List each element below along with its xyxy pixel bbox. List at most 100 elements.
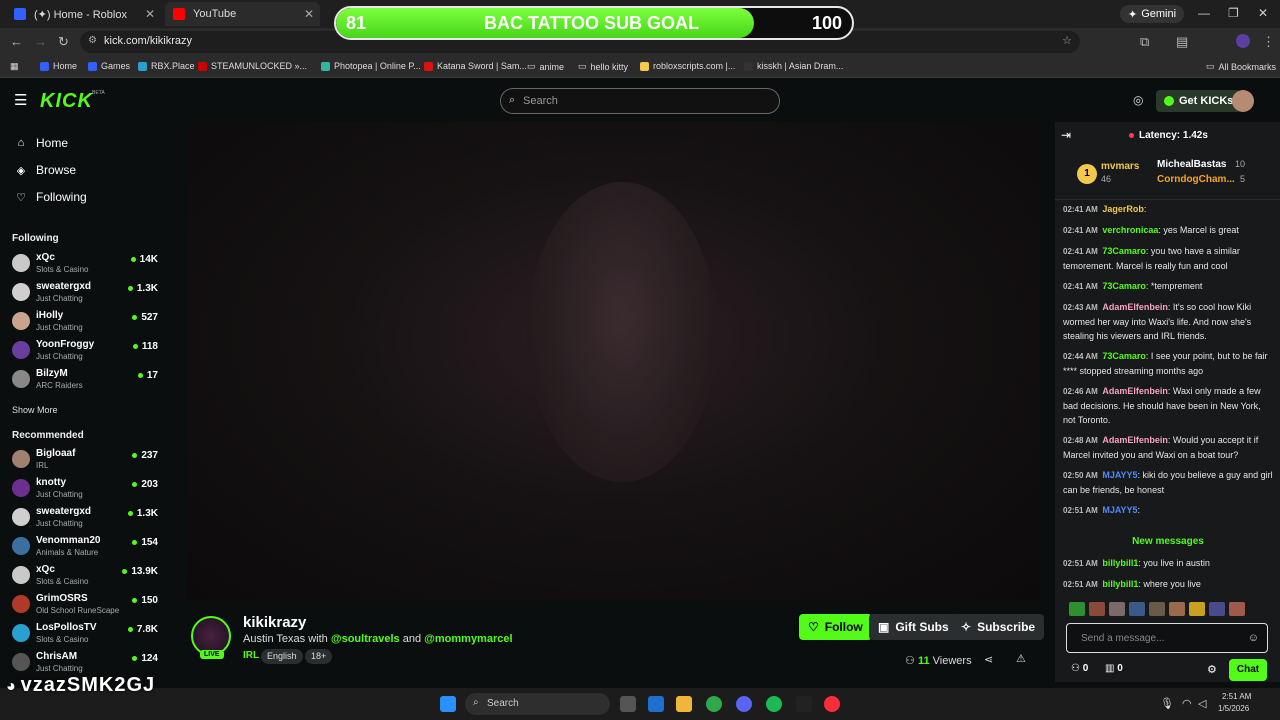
recommended-channel[interactable]: LosPollosTV Slots & Casino 7.8K xyxy=(12,622,162,650)
channel-name[interactable]: kikikrazy xyxy=(243,614,306,631)
subscribe-button[interactable]: ✧ Subscribe xyxy=(952,614,1045,640)
message-user[interactable]: MJAYY5 xyxy=(1102,470,1137,480)
bookmark-item[interactable]: Katana Sword | Sam... xyxy=(424,61,527,71)
recommended-channel[interactable]: GrimOSRS Old School RuneScape 150 xyxy=(12,593,162,621)
message-user[interactable]: JagerRob xyxy=(1102,204,1144,214)
recommended-channel[interactable]: Venomman20 Animals & Nature 154 xyxy=(12,535,162,563)
sidebar-item-following[interactable]: ♡ Following xyxy=(14,190,87,204)
following-channel[interactable]: YoonFroggy Just Chatting 118 xyxy=(12,339,162,367)
video-player[interactable] xyxy=(187,122,1040,600)
hamburger-menu-icon[interactable]: ☰ xyxy=(14,91,27,109)
gift-subs-button[interactable]: ▣ Gift Subs xyxy=(869,614,958,640)
bookmark-item[interactable]: Home xyxy=(40,61,77,71)
leader-name[interactable]: CorndogCham... xyxy=(1157,174,1235,185)
message-user[interactable]: AdamElfenbein xyxy=(1102,435,1168,445)
notifications-icon[interactable]: ◎ xyxy=(1133,93,1143,107)
report-icon[interactable]: ⚠ xyxy=(1016,652,1026,665)
message-user[interactable]: 73Camaro xyxy=(1102,351,1146,361)
windows-start-icon[interactable] xyxy=(440,696,456,712)
star-icon[interactable]: ☆ xyxy=(1062,34,1072,47)
recommended-channel[interactable]: knotty Just Chatting 203 xyxy=(12,477,162,505)
get-kicks-button[interactable]: Get KICKs xyxy=(1156,90,1242,112)
leader-name[interactable]: mvmars xyxy=(1101,161,1139,172)
recommended-channel[interactable]: xQc Slots & Casino 13.9K xyxy=(12,564,162,592)
following-channel[interactable]: xQc Slots & Casino 14K xyxy=(12,252,162,280)
wifi-icon[interactable]: ◠ xyxy=(1182,697,1192,710)
reload-icon[interactable]: ↻ xyxy=(58,34,69,50)
bookmark-folder[interactable]: ▭ hello kitty xyxy=(578,61,628,72)
bookmark-folder[interactable]: ▭ anime xyxy=(527,61,564,72)
close-tab-icon[interactable]: ✕ xyxy=(304,7,314,21)
search-input[interactable]: ⌕ Search xyxy=(500,88,780,114)
message-user[interactable]: billybill1 xyxy=(1102,558,1138,568)
bookmark-item[interactable]: Games xyxy=(88,61,130,71)
clock-date[interactable]: 1/5/2026 xyxy=(1218,704,1249,713)
message-user[interactable]: billybill1 xyxy=(1102,579,1138,589)
menu-dots-icon[interactable]: ⋮ xyxy=(1262,34,1275,50)
tag-language[interactable]: English xyxy=(261,649,303,664)
category-link[interactable]: IRL xyxy=(243,650,259,661)
points-icon[interactable]: ⚇ 0 xyxy=(1071,663,1088,674)
kick-logo[interactable]: KICK xyxy=(40,90,93,113)
bookmark-item[interactable]: kisskh | Asian Dram... xyxy=(744,61,843,71)
close-tab-icon[interactable]: ✕ xyxy=(145,7,155,21)
emote-icon[interactable] xyxy=(1069,602,1085,616)
store-icon[interactable]: ▥ 0 xyxy=(1105,663,1123,674)
follow-button[interactable]: ♡ Follow xyxy=(799,614,872,640)
chat-message-input[interactable]: Send a message... ☺ xyxy=(1066,623,1268,653)
emote-icon[interactable] xyxy=(1109,602,1125,616)
bookmark-item[interactable]: STEAMUNLOCKED »... xyxy=(198,61,307,71)
volume-icon[interactable]: ◁ xyxy=(1198,697,1206,710)
profile-avatar[interactable] xyxy=(1236,34,1250,48)
emote-icon[interactable] xyxy=(1189,602,1205,616)
emote-icon[interactable] xyxy=(1169,602,1185,616)
minimize-icon[interactable]: — xyxy=(1198,6,1210,20)
message-user[interactable]: AdamElfenbein xyxy=(1102,386,1168,396)
tag-mature[interactable]: 18+ xyxy=(305,649,333,664)
following-channel[interactable]: sweatergxd Just Chatting 1.3K xyxy=(12,281,162,309)
mention-link[interactable]: @mommymarcel xyxy=(424,633,512,645)
apps-icon[interactable]: ▦ xyxy=(10,61,19,72)
new-messages-divider[interactable]: New messages xyxy=(1063,536,1273,547)
emote-icon[interactable] xyxy=(1089,602,1105,616)
task-view-icon[interactable] xyxy=(620,696,636,712)
all-bookmarks[interactable]: ▭ All Bookmarks xyxy=(1206,61,1276,72)
message-user[interactable]: verchronicaa xyxy=(1102,225,1158,235)
media-icon[interactable]: ▤ xyxy=(1176,34,1188,50)
opera-icon[interactable] xyxy=(824,696,840,712)
tab-roblox[interactable]: (✦) Home - Roblox ✕ xyxy=(6,2,161,26)
message-user[interactable]: 73Camaro xyxy=(1102,246,1146,256)
maximize-icon[interactable]: ❐ xyxy=(1228,6,1239,20)
emoji-icon[interactable]: ☺ xyxy=(1248,632,1259,644)
gemini-button[interactable]: ✦ Gemini xyxy=(1120,5,1185,23)
site-info-icon[interactable]: ⚙ xyxy=(88,35,97,46)
spotify-icon[interactable] xyxy=(766,696,782,712)
window-close-icon[interactable]: ✕ xyxy=(1258,6,1268,20)
extensions-icon[interactable]: ⧉ xyxy=(1140,34,1149,50)
file-explorer-icon[interactable] xyxy=(676,696,692,712)
back-icon[interactable]: ← xyxy=(10,34,23,49)
bookmark-item[interactable]: RBX.Place xyxy=(138,61,195,71)
clock-time[interactable]: 2:51 AM xyxy=(1222,692,1251,701)
emote-icon[interactable] xyxy=(1209,602,1225,616)
show-more-link[interactable]: Show More xyxy=(12,405,58,415)
chrome-icon[interactable] xyxy=(706,696,722,712)
chat-settings-icon[interactable]: ⚙ xyxy=(1207,663,1217,676)
leader-name[interactable]: MichealBastas xyxy=(1157,159,1226,170)
bookmark-item[interactable]: Photopea | Online P... xyxy=(321,61,421,71)
tab-youtube[interactable]: YouTube ✕ xyxy=(165,2,320,26)
message-user[interactable]: MJAYY5 xyxy=(1102,505,1137,515)
emote-icon[interactable] xyxy=(1229,602,1245,616)
discord-app-icon[interactable] xyxy=(736,696,752,712)
microphone-icon[interactable]: 🎙 xyxy=(1160,697,1174,710)
emote-icon[interactable] xyxy=(1149,602,1165,616)
message-user[interactable]: AdamElfenbein xyxy=(1102,302,1168,312)
share-icon[interactable]: ⋖ xyxy=(984,653,993,666)
taskbar-search[interactable]: ⌕ Search xyxy=(465,693,610,715)
collapse-chat-icon[interactable]: ⇥ xyxy=(1061,128,1071,142)
following-channel[interactable]: iHolly Just Chatting 527 xyxy=(12,310,162,338)
app-icon[interactable] xyxy=(796,696,812,712)
message-user[interactable]: 73Camaro xyxy=(1102,281,1146,291)
forward-icon[interactable]: → xyxy=(34,34,47,49)
chat-send-button[interactable]: Chat xyxy=(1229,659,1267,681)
